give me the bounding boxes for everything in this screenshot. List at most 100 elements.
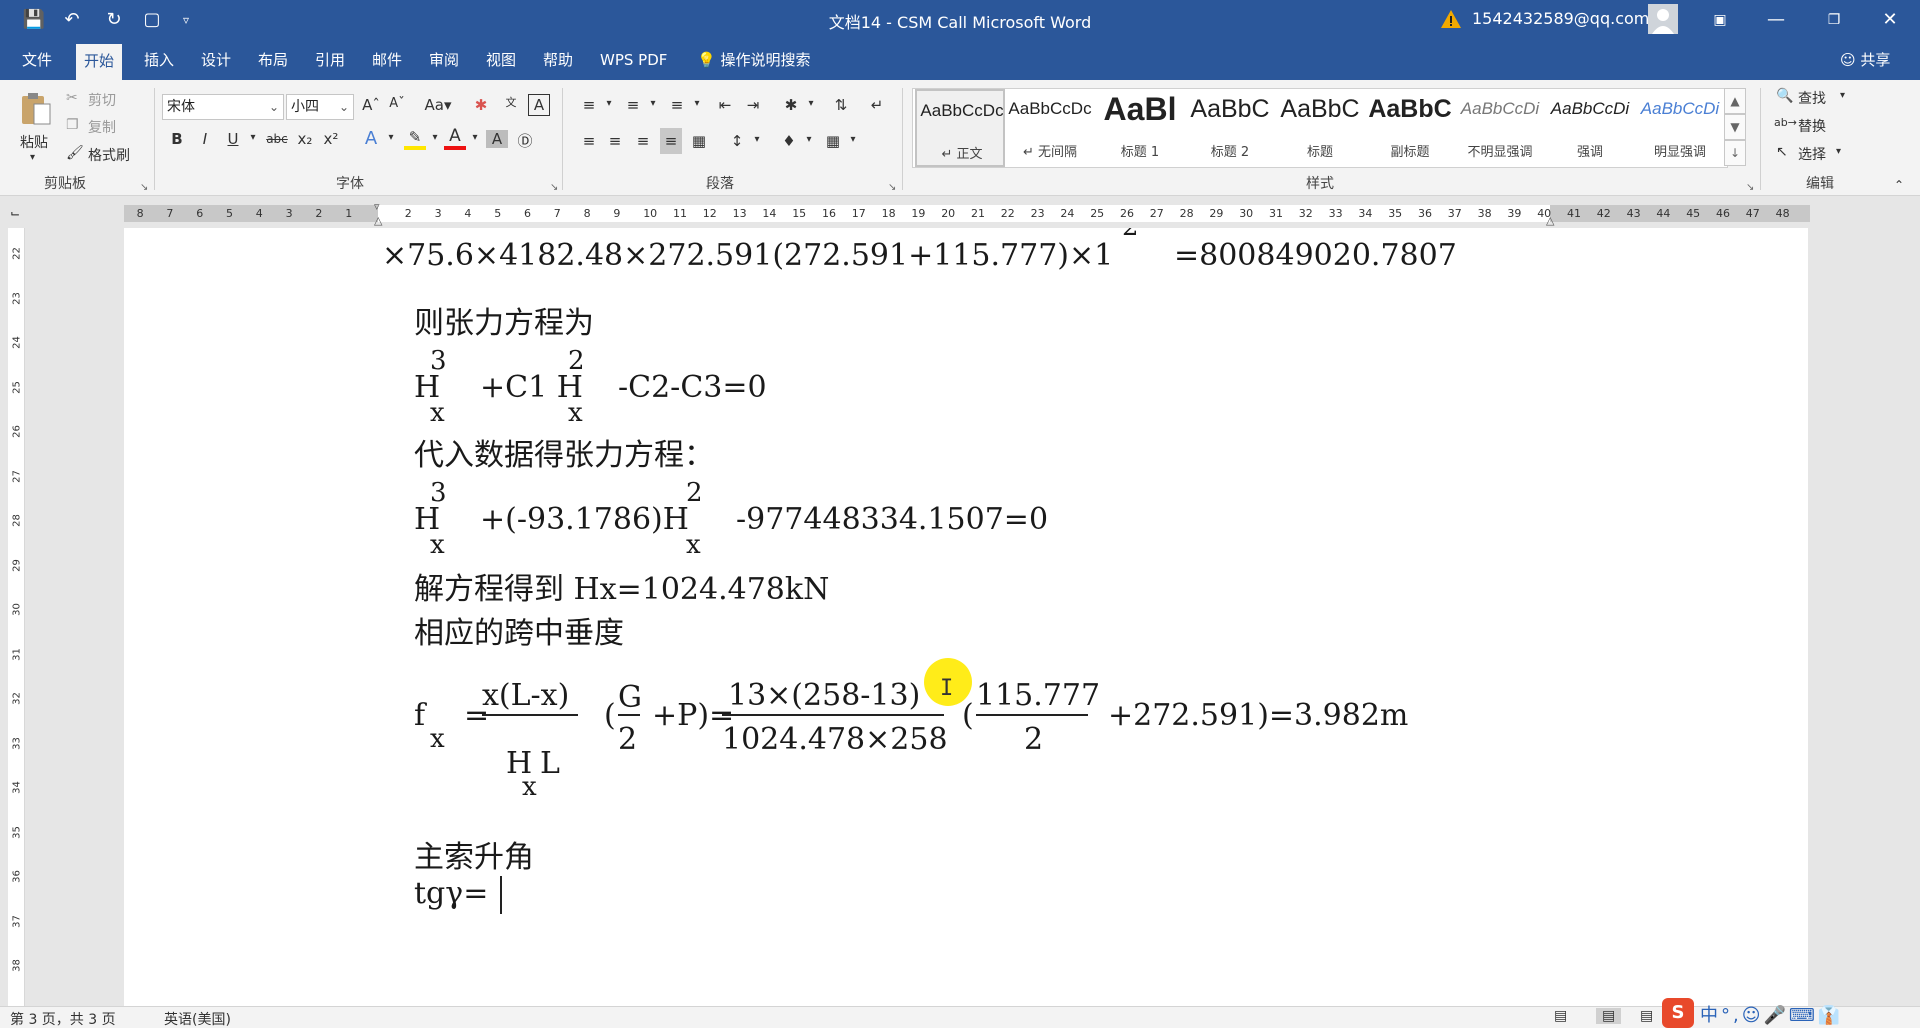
tab-help[interactable]: 帮助 [535, 40, 581, 80]
cut-button[interactable]: 剪切 [88, 90, 116, 110]
distributed-icon[interactable]: ▦ [688, 132, 710, 150]
clipboard-launcher-icon[interactable]: ↘ [140, 182, 148, 193]
tab-selector-icon[interactable]: ⌙ [0, 200, 30, 226]
change-case-icon[interactable]: Aa▾ [420, 96, 456, 114]
multilevel-list-dropdown-icon[interactable]: ▾ [686, 98, 708, 109]
font-name-combo[interactable]: 宋体 ⌄ [162, 94, 284, 120]
find-dropdown-icon[interactable]: ▾ [1840, 90, 1845, 101]
line-spacing-dropdown-icon[interactable]: ▾ [746, 134, 768, 145]
shading-dropdown-icon[interactable]: ▾ [798, 134, 820, 145]
tab-design[interactable]: 设计 [193, 40, 239, 80]
restore-button[interactable]: ❐ [1806, 0, 1862, 40]
gallery-scroll-up-icon[interactable]: ▲ [1724, 88, 1746, 114]
replace-button[interactable]: 替换 [1798, 116, 1826, 136]
enclose-characters-icon[interactable]: Ⓓ [514, 130, 536, 151]
shading-icon[interactable]: ♦ [778, 132, 800, 150]
tab-insert[interactable]: 插入 [136, 40, 182, 80]
new-document-icon[interactable]: ▢ [140, 8, 164, 32]
underline-dropdown-icon[interactable]: ▾ [242, 132, 264, 143]
line-spacing-icon[interactable]: ↕ [726, 132, 748, 150]
style-normal[interactable]: AaBbCcDc ↵ 正文 [915, 89, 1005, 167]
increase-indent-icon[interactable]: ⇥ [742, 96, 764, 114]
justify-icon[interactable]: ≡ [660, 128, 682, 154]
minimize-button[interactable]: — [1748, 0, 1804, 40]
style-heading-1[interactable]: AaBl 标题 1 [1095, 89, 1185, 167]
account-email[interactable]: 1542432589@qq.com [1472, 9, 1649, 28]
select-button[interactable]: 选择 [1798, 144, 1826, 164]
avatar[interactable] [1648, 4, 1678, 34]
strikethrough-icon[interactable]: abc [264, 132, 290, 146]
save-icon[interactable]: 💾 [22, 8, 46, 32]
tab-wps-pdf[interactable]: WPS PDF [592, 40, 675, 80]
ribbon-display-options-icon[interactable]: ▣ [1692, 0, 1748, 40]
format-painter-button[interactable]: 格式刷 [88, 145, 130, 165]
find-button[interactable]: 查找 [1798, 88, 1826, 108]
font-size-combo[interactable]: 小四 ⌄ [286, 94, 354, 120]
undo-icon[interactable]: ↶ [60, 8, 84, 32]
character-border-icon[interactable]: A [528, 94, 550, 116]
customize-toolbar-icon[interactable]: ▿ [174, 8, 198, 32]
warning-icon[interactable] [1440, 8, 1462, 30]
grow-font-icon[interactable]: Aˆ [360, 96, 382, 114]
gallery-more-icon[interactable]: ↓ [1724, 140, 1746, 166]
tab-review[interactable]: 审阅 [421, 40, 467, 80]
select-dropdown-icon[interactable]: ▾ [1836, 146, 1841, 157]
style-intense-emphasis[interactable]: AaBbCcDi 明显强调 [1635, 89, 1725, 167]
read-mode-icon[interactable]: ▤ [1554, 1008, 1567, 1024]
bold-icon[interactable]: B [166, 130, 188, 148]
style-heading-2[interactable]: AaBbC 标题 2 [1185, 89, 1275, 167]
shrink-font-icon[interactable]: Aˇ [386, 96, 408, 111]
multilevel-list-icon[interactable]: ≡ [666, 96, 688, 114]
tab-view[interactable]: 视图 [478, 40, 524, 80]
share-button[interactable]: ☺ 共享 [1840, 40, 1890, 80]
document-page[interactable]: ×75.6×4182.48×272.591(272.591+115.777)×1… [124, 228, 1808, 1008]
ime-logo-icon[interactable]: S [1662, 998, 1694, 1028]
language-indicator[interactable]: 英语(美国) [164, 1009, 231, 1028]
align-left-icon[interactable]: ≡ [578, 132, 600, 150]
borders-icon[interactable]: ▦ [822, 132, 844, 150]
highlight-dropdown-icon[interactable]: ▾ [424, 132, 446, 143]
align-center-icon[interactable]: ≡ [604, 132, 626, 150]
paste-button[interactable]: 粘贴 [20, 132, 48, 152]
tab-mailings[interactable]: 邮件 [364, 40, 410, 80]
style-subtitle[interactable]: AaBbC 副标题 [1365, 89, 1455, 167]
style-title[interactable]: AaBbC 标题 [1275, 89, 1365, 167]
close-button[interactable]: ✕ [1862, 0, 1918, 40]
bullets-dropdown-icon[interactable]: ▾ [598, 98, 620, 109]
numbering-icon[interactable]: ≡ [622, 96, 644, 114]
tell-me-search[interactable]: 💡 操作说明搜索 [697, 40, 810, 80]
numbering-dropdown-icon[interactable]: ▾ [642, 98, 664, 109]
style-no-spacing[interactable]: AaBbCcDc ↵ 无间隔 [1005, 89, 1095, 167]
chinese-layout-dropdown-icon[interactable]: ▾ [800, 98, 822, 109]
italic-icon[interactable]: I [194, 130, 216, 148]
indent-marker-icon[interactable]: ▿ [374, 200, 380, 213]
text-effects-dropdown-icon[interactable]: ▾ [380, 132, 402, 143]
paragraph-launcher-icon[interactable]: ↘ [888, 182, 896, 193]
ime-toolbar[interactable]: 中°,☺🎤⌨👔 [1700, 1001, 1843, 1027]
show-paragraph-marks-icon[interactable]: ↵ [866, 96, 888, 114]
highlight-icon[interactable]: ✎ [404, 128, 426, 150]
font-color-dropdown-icon[interactable]: ▾ [464, 132, 486, 143]
hanging-indent-icon[interactable]: △ [374, 214, 382, 227]
style-emphasis[interactable]: AaBbCcDi 强调 [1545, 89, 1635, 167]
phonetic-guide-icon[interactable]: 文 [500, 94, 522, 110]
character-shading-icon[interactable]: A [486, 130, 508, 148]
tab-file[interactable]: 文件 [14, 40, 60, 80]
paste-dropdown-icon[interactable]: ▾ [30, 152, 35, 163]
style-subtle-emphasis[interactable]: AaBbCcDi 不明显强调 [1455, 89, 1545, 167]
paste-icon[interactable] [16, 90, 56, 130]
font-launcher-icon[interactable]: ↘ [550, 182, 558, 193]
chinese-layout-icon[interactable]: ✱ [780, 96, 802, 114]
page-count[interactable]: 第 3 页，共 3 页 [10, 1009, 116, 1028]
web-layout-icon[interactable]: ▤ [1640, 1008, 1653, 1024]
bullets-icon[interactable]: ≡ [578, 96, 600, 114]
align-right-icon[interactable]: ≡ [632, 132, 654, 150]
styles-launcher-icon[interactable]: ↘ [1746, 182, 1754, 193]
tab-home[interactable]: 开始 [76, 44, 123, 80]
decrease-indent-icon[interactable]: ⇤ [714, 96, 736, 114]
subscript-icon[interactable]: x₂ [294, 130, 316, 148]
right-indent-icon[interactable]: △ [1546, 214, 1554, 227]
print-layout-icon[interactable]: ▤ [1596, 1008, 1622, 1024]
redo-icon[interactable]: ↻ [102, 8, 126, 32]
font-color-icon[interactable]: A [444, 126, 466, 150]
